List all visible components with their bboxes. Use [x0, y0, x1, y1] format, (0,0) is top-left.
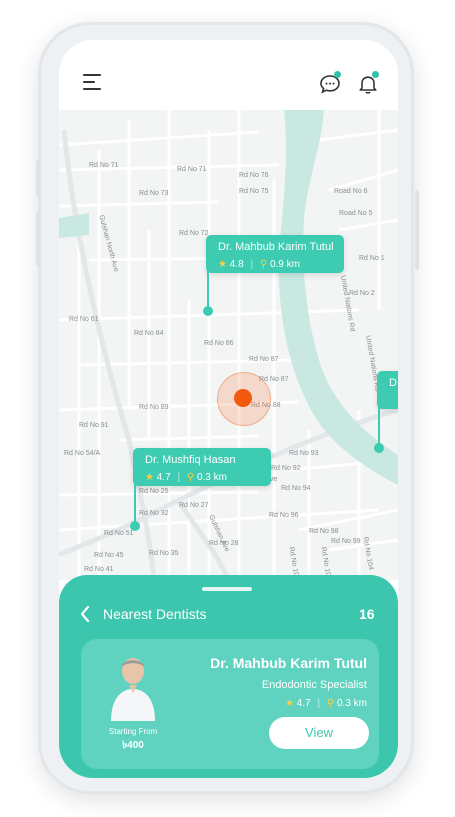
pin-anchor	[130, 521, 140, 531]
dentist-specialty: Endodontic Specialist	[261, 679, 367, 691]
dentist-map-pin[interactable]: Dr. Mahbub Karim Tutul ★ 4.8 | ⚲ 0.9 km	[206, 235, 344, 273]
map-street-label: Rd No 41	[84, 566, 114, 573]
map-street-label: Rd No 96	[269, 512, 299, 519]
notification-bell-icon[interactable]	[357, 71, 379, 95]
star-icon: ★	[145, 472, 154, 483]
map-street-label: Rd No 72	[179, 230, 209, 237]
map-street-label: Rd No 84	[134, 330, 164, 337]
map-street-label: Rd No 25	[139, 488, 169, 495]
view-button[interactable]: View	[269, 717, 369, 749]
pin-stem	[207, 268, 209, 308]
phone-power-button	[415, 190, 419, 270]
map-street-label: Rd No 71	[177, 166, 207, 173]
map-street-label: Rd No 99	[331, 538, 361, 545]
phone-side-button	[36, 160, 40, 196]
nearest-dentists-panel: Nearest Dentists 16 Starting From ৳400 D…	[59, 575, 398, 778]
star-icon: ★	[285, 698, 295, 709]
map-street-label: Road No 6	[334, 188, 368, 195]
hamburger-menu-icon[interactable]	[83, 74, 103, 90]
drag-handle[interactable]	[202, 587, 252, 591]
top-bar	[59, 40, 398, 110]
pin-stats: ★ 4.7 | ⚲ 0.3 km	[145, 472, 227, 483]
pin-dentist-name: Dr. Mushfiq Hasan	[145, 454, 236, 466]
dentist-stats: ★ 4.7 | ⚲ 0.3 km	[285, 698, 367, 709]
pin-anchor	[203, 306, 213, 316]
panel-title: Nearest Dentists	[103, 606, 207, 622]
dentist-map-pin[interactable]: D	[377, 371, 398, 409]
map-street-label: Rd No 45	[94, 552, 124, 559]
map-street-label: Rd No 76	[239, 172, 269, 179]
map-street-label: Rd No 75	[239, 188, 269, 195]
chat-bubble-icon[interactable]	[319, 71, 341, 95]
map-street-label: Road No 5	[339, 210, 373, 217]
pin-dentist-name: Dr. Mahbub Karim Tutul	[218, 241, 334, 253]
dentist-name: Dr. Mahbub Karim Tutul	[210, 655, 367, 671]
pin-rating: 4.7	[156, 472, 171, 483]
chat-badge	[334, 71, 341, 78]
pin-distance: 0.3 km	[196, 472, 227, 483]
map-street-label: Rd No 61	[69, 316, 99, 323]
map-street-label: Rd No 32	[139, 510, 169, 517]
map-street-label: Rd No 35	[149, 550, 179, 557]
map-street-label: Rd No 2	[349, 290, 375, 297]
dentist-card[interactable]: Starting From ৳400 Dr. Mahbub Karim Tutu…	[81, 639, 379, 769]
back-chevron-icon[interactable]	[79, 605, 91, 628]
location-pin-icon: ⚲	[259, 259, 268, 270]
dentist-rating: 4.7	[296, 698, 311, 709]
map-street-label: Rd No 73	[139, 190, 169, 197]
dentist-count: 16	[359, 606, 375, 622]
map-street-label: Rd No 92	[271, 465, 301, 472]
map-street-label: Rd No 28	[209, 540, 239, 547]
dentist-map-pin[interactable]: Dr. Mushfiq Hasan ★ 4.7 | ⚲ 0.3 km	[133, 448, 271, 486]
pin-rating: 4.8	[229, 259, 244, 270]
star-icon: ★	[218, 259, 227, 270]
dentist-avatar	[107, 649, 159, 721]
map-street-label: Rd No 94	[281, 485, 311, 492]
map-street-label: Rd No 27	[179, 502, 209, 509]
phone-side-button	[36, 212, 40, 266]
user-location-dot	[234, 389, 252, 407]
map-street-label: Rd No 54/A	[64, 450, 101, 457]
app-screen: Rd No 71 Rd No 71 Rd No 76 Rd No 75 Road…	[59, 40, 398, 778]
map-street-label: Rd No 71	[89, 162, 119, 169]
pin-anchor	[374, 443, 384, 453]
dentist-distance: 0.3 km	[336, 698, 367, 709]
map-street-label: Rd No 98	[309, 528, 339, 535]
map-street-label: Rd No 91	[79, 422, 109, 429]
location-pin-icon: ⚲	[326, 698, 335, 709]
pin-distance: 0.9 km	[269, 259, 300, 270]
map-street-label: Rd No 89	[139, 404, 169, 411]
map-street-label: Rd No 86	[204, 340, 234, 347]
location-pin-icon: ⚲	[186, 472, 195, 483]
starting-from-label: Starting From	[108, 727, 158, 736]
notification-badge	[372, 71, 379, 78]
map-street-label: Rd No 1	[359, 255, 385, 262]
pin-stem	[134, 482, 136, 522]
map-street-label: Rd No 93	[289, 450, 319, 457]
pin-dentist-name: D	[389, 377, 397, 389]
map-street-label: Rd No 51	[104, 530, 134, 537]
starting-price: ৳400	[122, 740, 144, 751]
map-view[interactable]: Rd No 71 Rd No 71 Rd No 76 Rd No 75 Road…	[59, 110, 398, 580]
pin-stem	[378, 406, 380, 444]
pin-stats: ★ 4.8 | ⚲ 0.9 km	[218, 259, 300, 270]
map-street-label: Rd No 87	[249, 356, 279, 363]
